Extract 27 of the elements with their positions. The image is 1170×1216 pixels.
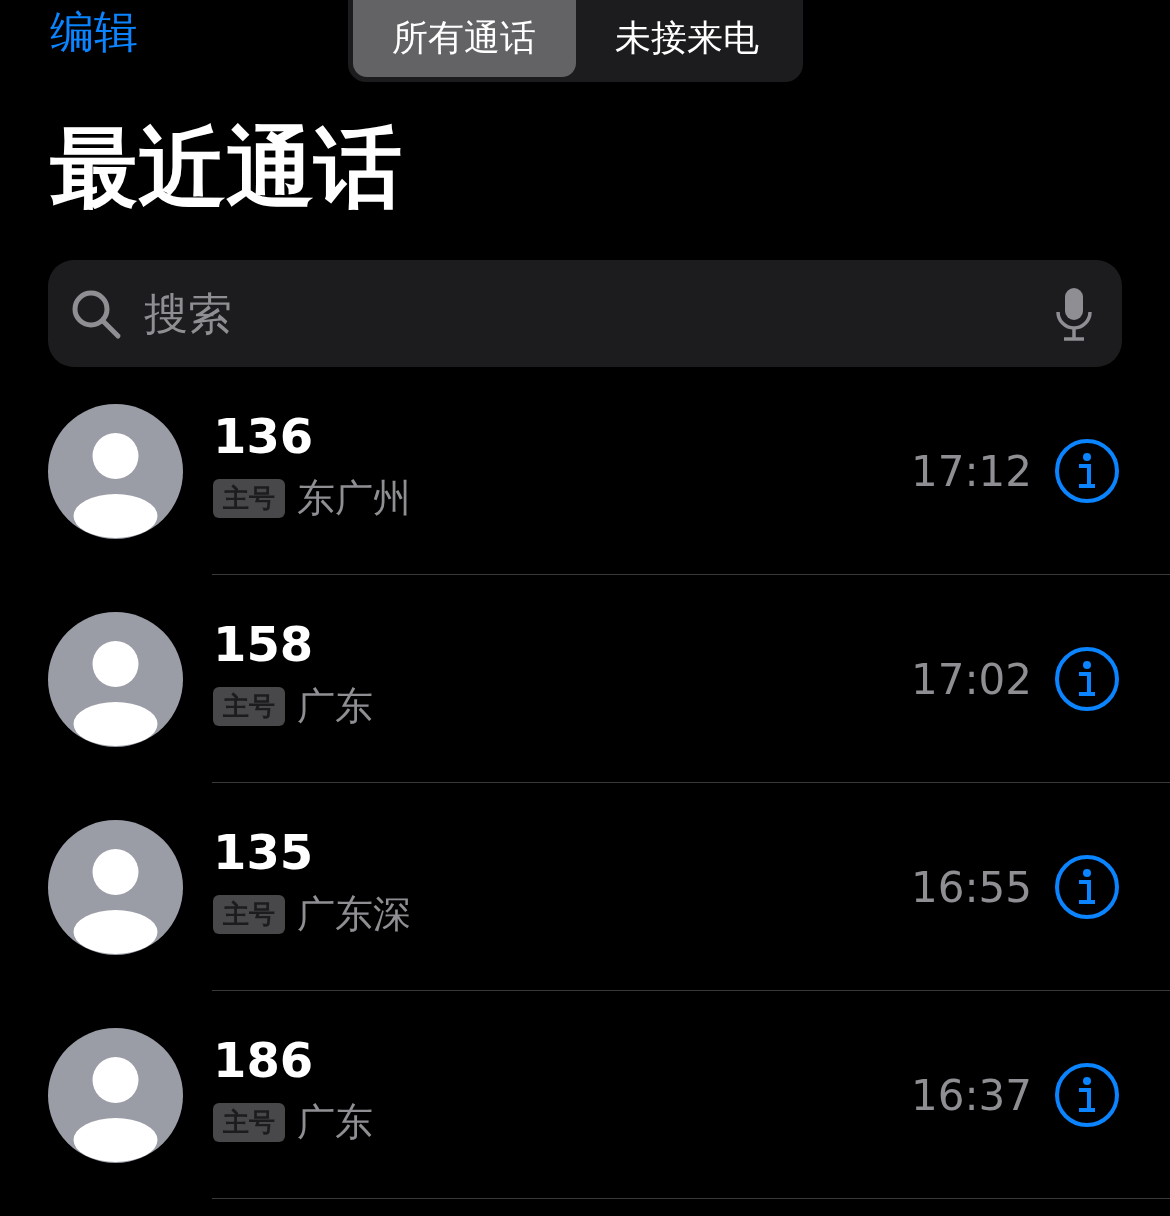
avatar-icon [48, 1027, 183, 1163]
location-text: 广东深 [297, 891, 411, 939]
avatar-icon [48, 819, 183, 955]
phone-number: 136 [213, 407, 315, 466]
info-icon[interactable] [1054, 646, 1120, 712]
search-bar[interactable]: 搜索 [48, 260, 1122, 367]
avatar-icon [48, 403, 183, 539]
avatar-icon [48, 611, 183, 747]
info-icon[interactable] [1054, 1062, 1120, 1128]
segment-tab[interactable]: 所有通话 [353, 0, 576, 77]
segment-tab[interactable]: 未接来电 [575, 0, 798, 77]
microphone-icon[interactable] [1054, 285, 1094, 342]
page-title: 最近通话 [50, 120, 403, 221]
call-time: 17:12 [910, 446, 1032, 496]
location-text: 广东 [297, 683, 373, 731]
call-time: 16:37 [910, 1070, 1032, 1120]
info-icon[interactable] [1054, 854, 1120, 920]
edit-button[interactable]: 编辑 [50, 8, 138, 57]
location-text: 广东 [297, 1099, 373, 1147]
location-text: 东广州 [297, 475, 411, 523]
phone-number: 186 [213, 1031, 315, 1090]
search-field[interactable]: 搜索 [142, 287, 1054, 340]
call-time: 17:02 [910, 654, 1032, 704]
phone-number: 158 [213, 615, 315, 674]
call-time: 16:55 [910, 862, 1032, 912]
info-icon[interactable] [1054, 438, 1120, 504]
phone-number: 135 [213, 823, 315, 882]
